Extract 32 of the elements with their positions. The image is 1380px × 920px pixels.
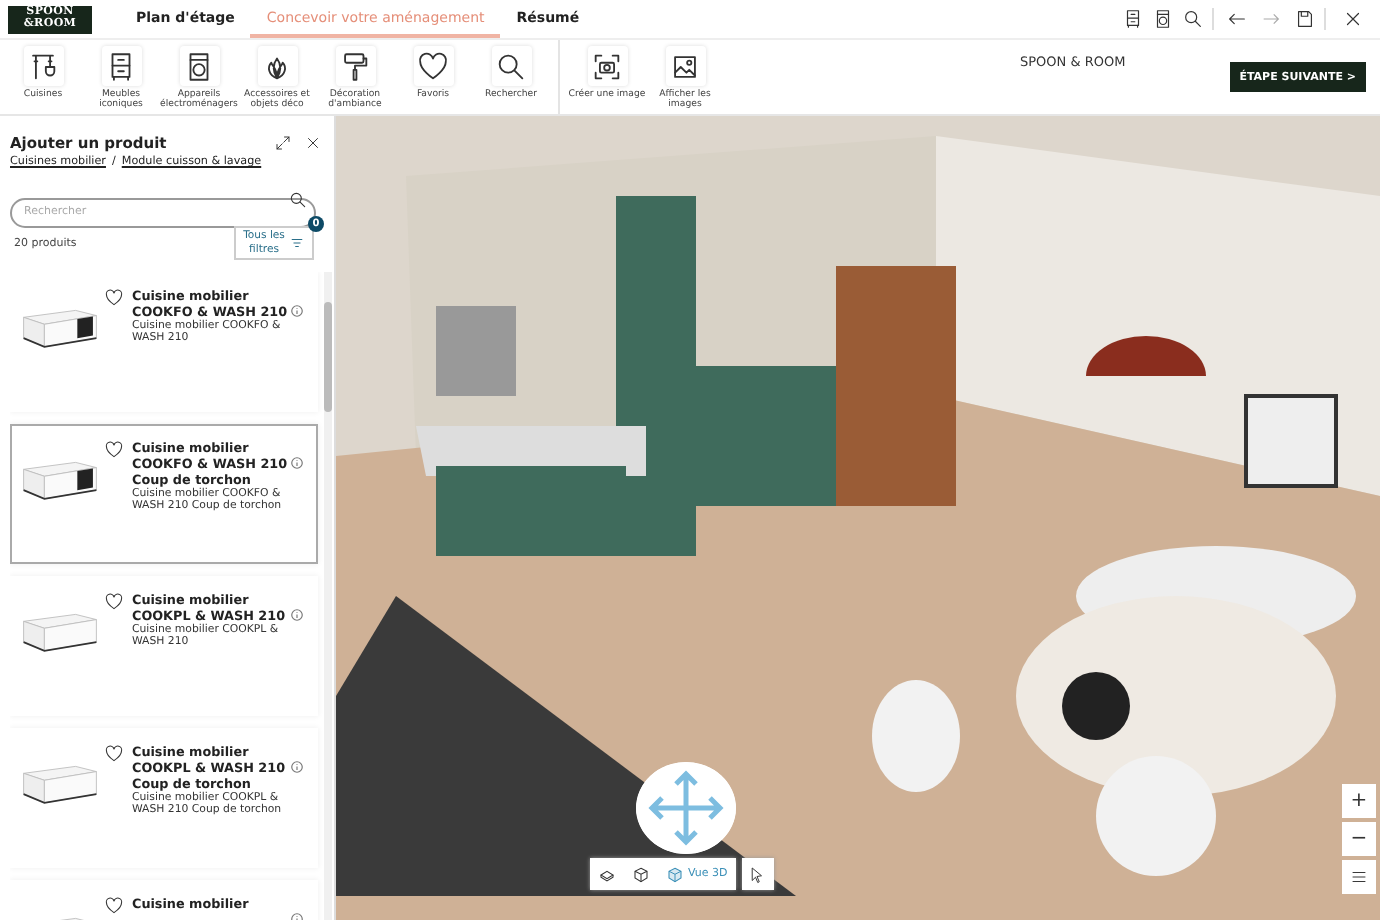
info-icon[interactable] bbox=[290, 760, 304, 774]
cube-icon bbox=[666, 865, 684, 883]
save-icon[interactable] bbox=[1294, 8, 1316, 30]
zoom-in-button[interactable]: + bbox=[1342, 784, 1376, 818]
search-icon bbox=[288, 189, 308, 209]
heart-icon[interactable] bbox=[104, 288, 124, 308]
filter-icon bbox=[290, 236, 304, 250]
menu-button[interactable] bbox=[1342, 860, 1376, 894]
search-icon bbox=[494, 49, 528, 83]
zoom-out-button[interactable]: − bbox=[1342, 822, 1376, 856]
expand-icon[interactable] bbox=[274, 134, 292, 152]
info-icon[interactable] bbox=[290, 304, 304, 318]
heart-icon[interactable] bbox=[104, 744, 124, 764]
kitchen-icon bbox=[26, 49, 60, 83]
roller-icon bbox=[338, 49, 372, 83]
box-icon bbox=[632, 865, 650, 883]
heart-icon bbox=[416, 49, 450, 83]
cursor-icon bbox=[748, 865, 767, 883]
heart-icon[interactable] bbox=[104, 592, 124, 612]
heart-icon[interactable] bbox=[104, 896, 124, 916]
info-icon[interactable] bbox=[290, 456, 304, 470]
scrollbar[interactable] bbox=[324, 272, 332, 920]
view-mode-button[interactable] bbox=[590, 858, 624, 890]
undo-icon[interactable] bbox=[1226, 8, 1248, 30]
pointer-button[interactable] bbox=[741, 858, 774, 890]
close-icon[interactable] bbox=[1342, 8, 1364, 30]
heart-icon[interactable] bbox=[104, 440, 124, 460]
plane-icon bbox=[598, 865, 616, 883]
menu-icon bbox=[1350, 868, 1368, 886]
info-icon[interactable] bbox=[290, 608, 304, 622]
camera-icon bbox=[590, 49, 624, 83]
close-icon[interactable] bbox=[304, 134, 322, 152]
